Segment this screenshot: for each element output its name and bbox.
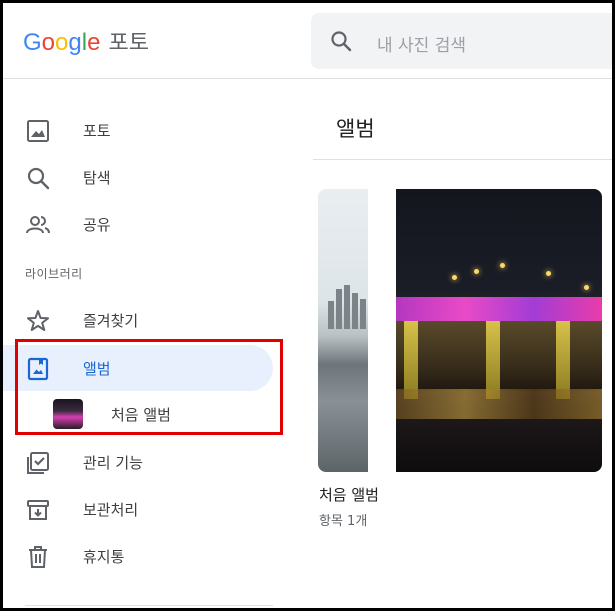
album-cover-photo-left[interactable]	[318, 189, 368, 472]
sidebar-item-label: 탐색	[83, 169, 111, 187]
building-shape	[336, 289, 342, 329]
logo-letter: G	[23, 29, 42, 56]
search-icon	[27, 167, 50, 190]
building-shape	[352, 293, 358, 329]
logo-letter: g	[68, 29, 82, 56]
building-shape	[360, 299, 366, 329]
street-lamp	[474, 269, 479, 274]
sidebar-item-label: 보관처리	[83, 501, 139, 519]
sidebar-item-albums[interactable]: 앨범	[3, 345, 273, 391]
search-icon[interactable]	[329, 29, 353, 53]
street-lamp	[452, 275, 457, 280]
album-title[interactable]: 처음 앨범	[319, 484, 379, 505]
page-title: 앨범	[336, 117, 375, 141]
bridge-pillar	[486, 321, 500, 399]
checklist-icon	[27, 452, 49, 474]
sidebar-item-label: 공유	[83, 216, 111, 234]
sidebar-item-label: 관리 기능	[83, 454, 143, 472]
library-section-label: 라이브러리	[25, 267, 83, 281]
logo-letter: o	[41, 29, 56, 56]
top-bar: Google 포토 내 사진 검색	[3, 3, 612, 79]
sidebar-item-utilities[interactable]: 관리 기능	[3, 439, 273, 485]
building-shape	[328, 301, 334, 329]
app-window: Google 포토 내 사진 검색 포토 탐색 공유 라이브러리 즐겨찾기 앨범…	[0, 0, 615, 611]
street-lamp	[546, 271, 551, 276]
sidebar-item-explore[interactable]: 탐색	[3, 154, 273, 200]
logo-letter: e	[87, 29, 101, 56]
trash-icon	[29, 546, 47, 568]
sidebar-divider	[25, 605, 273, 606]
people-icon	[26, 216, 50, 234]
logo-letter: o	[55, 29, 69, 56]
star-icon	[27, 310, 49, 331]
bridge-lights	[396, 297, 602, 323]
sidebar-item-label: 휴지통	[83, 548, 125, 566]
google-photos-logo[interactable]: Google 포토	[23, 25, 149, 57]
sidebar-item-photos[interactable]: 포토	[3, 107, 273, 153]
photo-icon	[27, 120, 49, 142]
street-lamp	[500, 263, 505, 268]
album-item-count: 항목 1개	[319, 514, 368, 529]
sidebar-subitem-first-album[interactable]: 처음 앨범	[3, 391, 273, 435]
search-box[interactable]: 내 사진 검색	[311, 13, 612, 69]
search-placeholder: 내 사진 검색	[377, 36, 467, 56]
sidebar-item-label: 포토	[83, 122, 111, 140]
street-lamp	[584, 285, 589, 290]
sidebar-item-sharing[interactable]: 공유	[3, 201, 273, 247]
sidebar-item-archive[interactable]: 보관처리	[3, 486, 273, 532]
bridge-pillar	[404, 321, 418, 399]
water-reflection	[396, 389, 602, 419]
sidebar-item-favorites[interactable]: 즐겨찾기	[3, 297, 273, 343]
sidebar-item-trash[interactable]: 휴지통	[3, 533, 273, 579]
title-divider	[313, 159, 612, 160]
sub-album-label: 처음 앨범	[111, 406, 171, 424]
sidebar-item-label: 즐겨찾기	[83, 312, 139, 330]
bridge-pillar	[556, 321, 570, 399]
archive-icon	[27, 500, 49, 520]
album-thumbnail	[53, 399, 83, 429]
building-shape	[344, 285, 350, 329]
sidebar-item-label: 앨범	[83, 360, 111, 378]
album-icon	[27, 357, 49, 381]
product-name: 포토	[108, 31, 149, 56]
album-cover-photo-right[interactable]	[396, 189, 602, 472]
